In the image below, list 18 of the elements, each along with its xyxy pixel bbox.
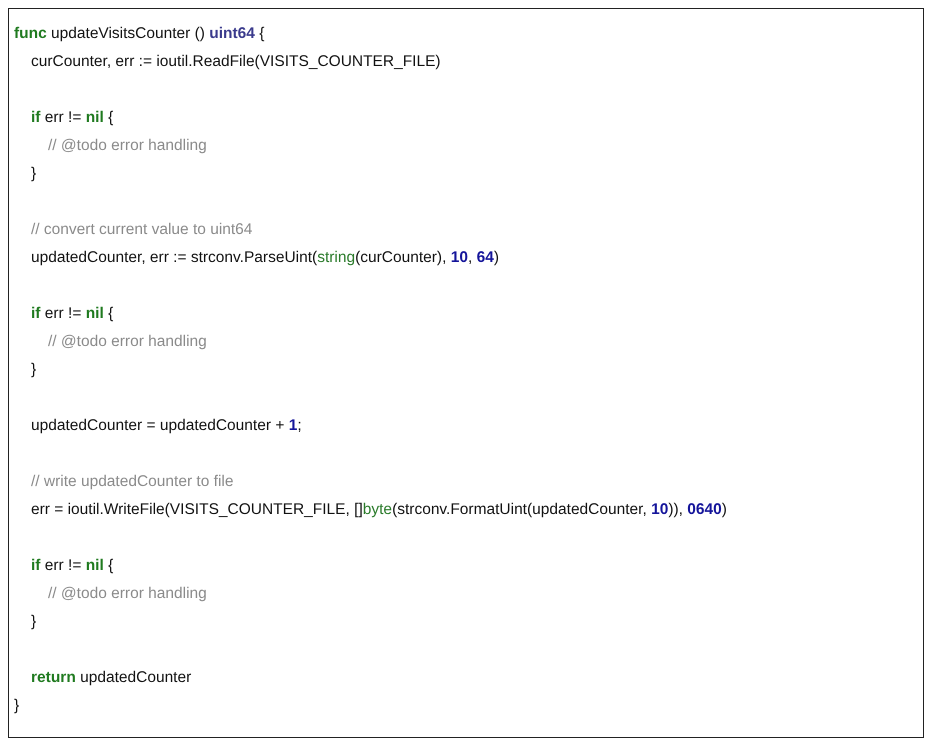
code-line: } — [14, 696, 20, 716]
code-line: return updatedCounter — [31, 668, 192, 688]
code-line: if err != nil { — [31, 108, 114, 128]
code-line: err = ioutil.WriteFile(VISITS_COUNTER_FILE, []byte(strconv.FormatUint(updatedCounter, 10)), 0640) — [31, 500, 727, 520]
code-line: // @todo error handling — [48, 332, 207, 352]
code-line: } — [31, 360, 36, 380]
code-line: // @todo error handling — [48, 584, 207, 604]
code-line: // @todo error handling — [48, 136, 207, 156]
code-line: curCounter, err := ioutil.ReadFile(VISITS_COUNTER_FILE) — [31, 52, 441, 72]
code-line: if err != nil { — [31, 304, 114, 324]
code-line: if err != nil { — [31, 556, 114, 576]
code-line: } — [31, 164, 36, 184]
code-line: updatedCounter = updatedCounter + 1; — [31, 416, 302, 436]
code-line: func updateVisitsCounter () uint64 { — [14, 24, 264, 44]
code-line: // write updatedCounter to file — [31, 472, 234, 492]
code-line: } — [31, 612, 36, 632]
code-line: // convert current value to uint64 — [31, 220, 252, 240]
code-line: updatedCounter, err := strconv.ParseUint(string(curCounter), 10, 64) — [31, 248, 500, 268]
